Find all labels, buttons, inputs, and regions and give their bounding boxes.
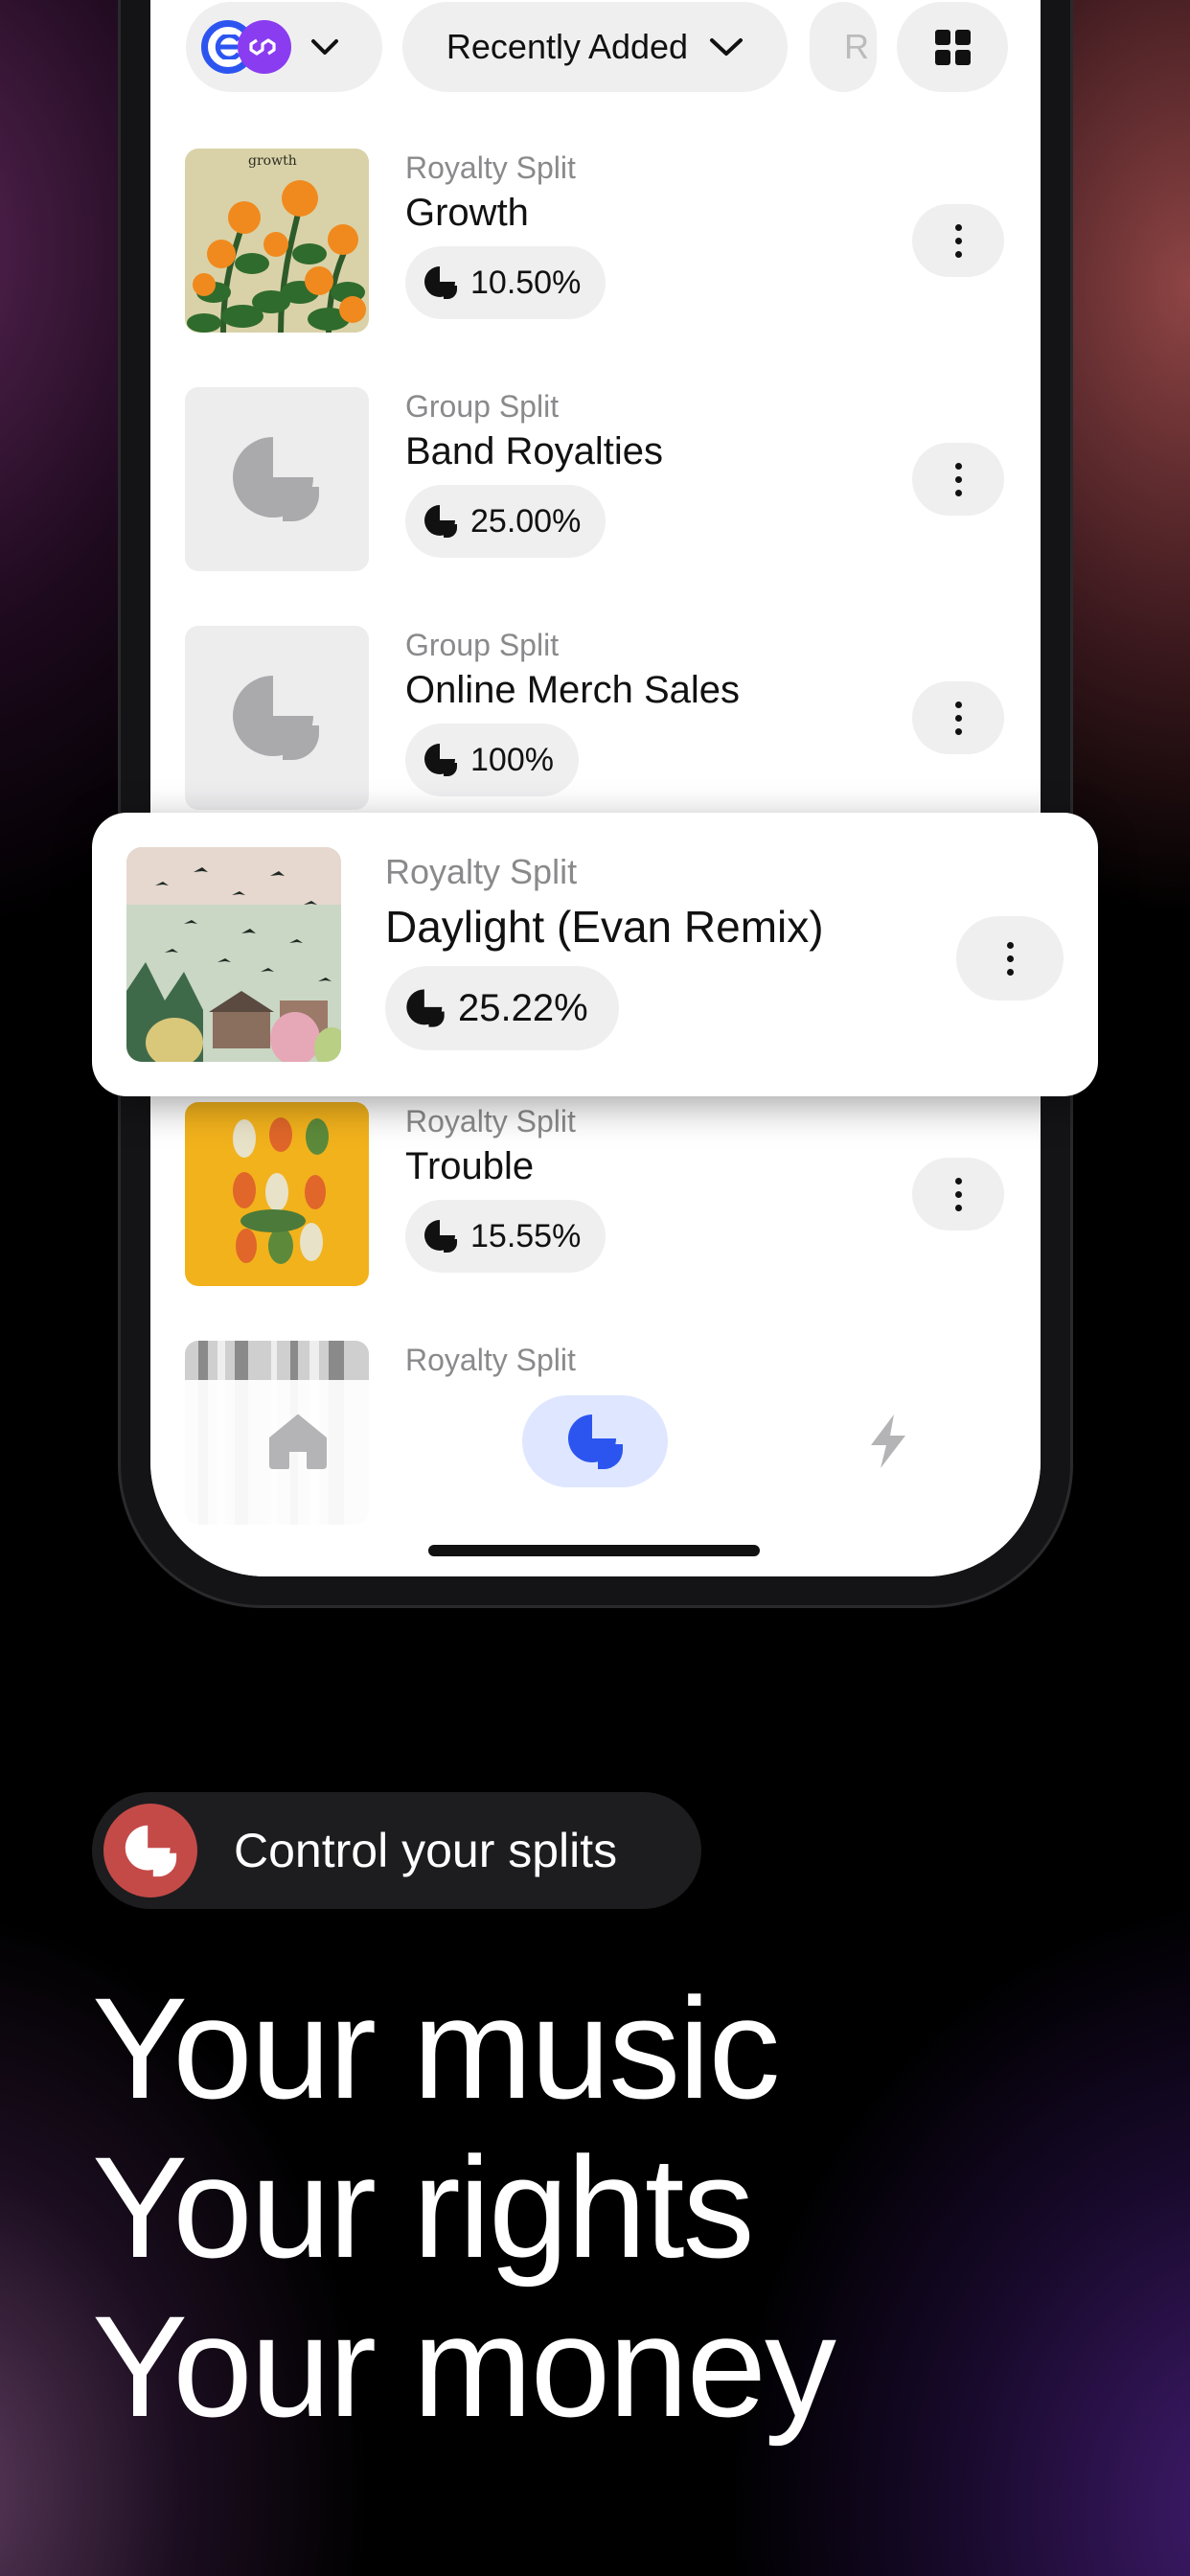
- share-percent: 100%: [470, 741, 554, 778]
- headline-line: Your rights: [92, 2127, 755, 2288]
- split-name: Band Royalties: [405, 430, 664, 472]
- tab-splits[interactable]: [522, 1395, 668, 1487]
- share-badge: 100%: [405, 724, 579, 796]
- artwork-placeholder: [185, 387, 369, 571]
- role-filter-chip[interactable]: R: [810, 2, 877, 92]
- filter-bar: Recently Added R: [150, 0, 1041, 105]
- list-item[interactable]: Royalty Split Trouble 15.55%: [150, 1102, 1041, 1322]
- splits-icon: [424, 505, 457, 538]
- splits-icon: [233, 676, 319, 760]
- split-type: Royalty Split: [405, 1104, 576, 1138]
- splits-icon: [424, 744, 457, 776]
- headline-line: Your money: [92, 2286, 836, 2447]
- share-percent: 25.00%: [470, 502, 582, 540]
- split-type: Royalty Split: [405, 150, 576, 185]
- chevron-down-icon: [311, 39, 338, 55]
- splits-icon: [233, 437, 319, 521]
- splits-icon: [568, 1414, 623, 1469]
- share-percent: 25.22%: [458, 986, 588, 1029]
- split-type: Royalty Split: [385, 852, 578, 891]
- more-options-button[interactable]: [912, 1158, 1004, 1230]
- share-badge: 25.22%: [385, 966, 619, 1050]
- share-badge: 15.55%: [405, 1200, 606, 1273]
- artwork-placeholder: [185, 626, 369, 810]
- artwork-birds: [126, 847, 341, 1062]
- split-type: Group Split: [405, 628, 560, 662]
- chevron-down-icon: [710, 38, 744, 56]
- sort-dropdown[interactable]: Recently Added: [402, 2, 788, 92]
- list-item[interactable]: Group Split Band Royalties 25.00%: [150, 387, 1041, 608]
- split-name: Trouble: [405, 1145, 535, 1187]
- list-item[interactable]: growth Royalty Split Growth 10.50%: [150, 149, 1041, 369]
- splits-icon: [424, 1220, 457, 1253]
- share-percent: 10.50%: [470, 264, 582, 301]
- headline-line: Your music: [92, 1967, 780, 2128]
- feature-pill: Control your splits: [92, 1792, 701, 1909]
- splits-icon: [103, 1804, 197, 1898]
- more-options-button[interactable]: [912, 204, 1004, 277]
- sort-label: Recently Added: [446, 27, 689, 66]
- home-icon: [269, 1414, 327, 1469]
- grid-icon: [934, 29, 971, 65]
- currency-filter-button[interactable]: [186, 2, 382, 92]
- phone-screen: Recently Added R growth Royalty Split Gr…: [150, 0, 1041, 1576]
- tab-activity[interactable]: [835, 1395, 942, 1487]
- split-name: Daylight (Evan Remix): [385, 902, 824, 952]
- split-type: Group Split: [405, 389, 560, 424]
- more-options-button[interactable]: [912, 681, 1004, 754]
- share-percent: 15.55%: [470, 1217, 582, 1254]
- home-indicator: [428, 1545, 760, 1556]
- polygon-icon: [238, 20, 291, 74]
- share-badge: 25.00%: [405, 485, 606, 558]
- artwork-caption: growth: [248, 153, 297, 169]
- split-name: Online Merch Sales: [405, 669, 741, 711]
- role-filter-label: R: [844, 27, 869, 66]
- highlighted-split-card[interactable]: Royalty Split Daylight (Evan Remix) 25.2…: [92, 813, 1098, 1096]
- artwork-growth: growth: [185, 149, 369, 333]
- more-options-button[interactable]: [956, 916, 1064, 1000]
- splits-icon: [406, 989, 445, 1027]
- more-options-button[interactable]: [912, 443, 1004, 516]
- bottom-tab-bar: [150, 1380, 1041, 1576]
- share-badge: 10.50%: [405, 246, 606, 319]
- split-name: Growth: [405, 192, 529, 234]
- lightning-icon: [871, 1414, 905, 1468]
- layout-toggle-button[interactable]: [897, 2, 1008, 92]
- tab-home[interactable]: [244, 1395, 352, 1487]
- artwork-beetles: [185, 1102, 369, 1286]
- split-type: Royalty Split: [405, 1343, 576, 1377]
- feature-pill-label: Control your splits: [234, 1824, 618, 1877]
- splits-icon: [424, 266, 457, 299]
- headline: Your music Your rights Your money: [92, 1967, 836, 2447]
